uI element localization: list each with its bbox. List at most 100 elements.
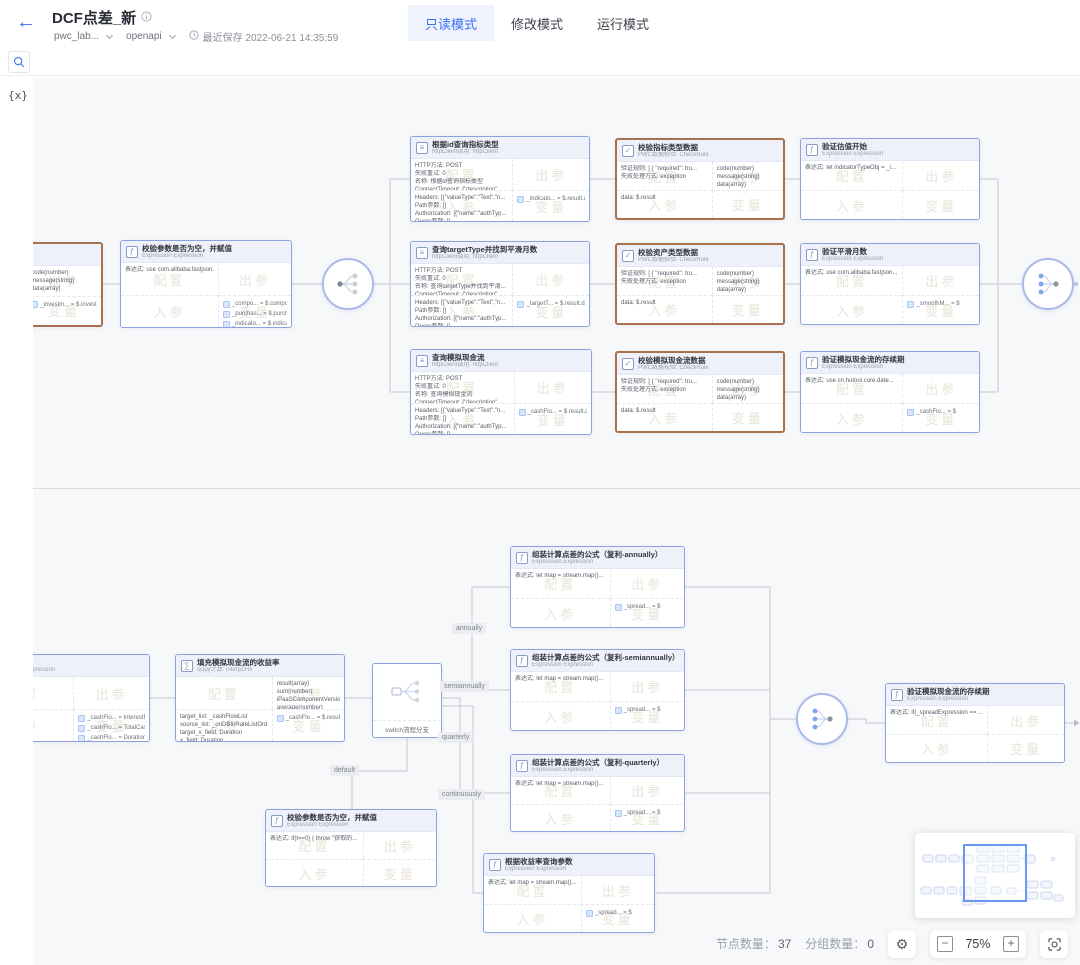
node-title: 查询模拟现金流: [432, 353, 498, 362]
node-subtitle: httpClient调用: httpClient: [432, 254, 537, 261]
flow-node-expr-formula-quarterly[interactable]: ƒ组装计算点差的公式（复利-quarterly）Expression Expre…: [510, 754, 685, 832]
node-header: ƒ根据收益率查询参数Expression Expression: [484, 854, 654, 876]
flow-node-expr-verify-params-empty-2[interactable]: ƒ校验参数是否为空，并赋值Expression Expression配置表达式:…: [265, 809, 437, 887]
flow-designer-app: ← DCF点差_新 pwc_lab... openapi 最近保存 2022-0…: [0, 0, 1080, 965]
zoom-in-button[interactable]: +: [1003, 936, 1019, 952]
tab-edit-mode[interactable]: 修改模式: [494, 5, 580, 41]
flow-node-switch-branch[interactable]: switch流程分支: [372, 663, 442, 738]
check-icon: ✓: [622, 358, 634, 370]
info-icon[interactable]: [141, 9, 152, 26]
watermark-var: 变量: [713, 296, 783, 323]
variable-icon: [615, 810, 622, 817]
status-bar: 节点数量：37 分组数量：0 ⚙ − 75% +: [716, 929, 1068, 959]
node-body: 配置出参result(array)sum(number)iPaaSCompone…: [176, 677, 344, 741]
variable-chip: _cashFlo... = InterestRate: [78, 713, 145, 723]
node-subtitle: Expression Expression: [907, 696, 990, 703]
edge-label-semiannually: semiannually: [440, 681, 489, 692]
expr-icon: ƒ: [516, 760, 528, 772]
node-body: 配置验证规则: [ { "required": tru...失败处理方式: ex…: [617, 267, 783, 323]
variable-icon: [586, 910, 593, 917]
back-arrow-icon[interactable]: ←: [16, 12, 36, 32]
watermark-in: 入参: [886, 735, 987, 762]
edge-label-continuously: continuously: [438, 789, 485, 800]
variable-icon: [223, 311, 230, 318]
flow-canvas[interactable]: ✓配置出参code(number)message(string)data(arr…: [0, 77, 1080, 965]
watermark-in: 入参: [801, 296, 902, 324]
watermark-in: 入参: [121, 296, 218, 327]
variable-chip: _indicato... = $.indicatorT...: [223, 319, 287, 327]
group-node-merge-2[interactable]: [796, 693, 848, 745]
node-header: ƒ验证模拟现金流的存续期Expression Expression: [886, 684, 1064, 706]
node-body: 配置表达式: use cn.hutool.core.date...出参入参变量_…: [801, 374, 979, 432]
mode-tabs: 只读模式 修改模式 运行模式: [408, 5, 666, 41]
flow-node-verify-params-empty-1[interactable]: ƒ校验参数是否为空，并赋值Expression Expression配置表达式:…: [120, 240, 292, 328]
variable-chip: _spread... = $: [615, 705, 680, 715]
flow-node-expr-formula-semiannually[interactable]: ƒ组装计算点差的公式（复利-semiannually）Expression Ex…: [510, 649, 685, 731]
watermark-in: 入参: [511, 805, 610, 831]
flow-node-check-sim-cashflow[interactable]: ✓校验模拟现金流数据PWC数据校验: CheckRule配置验证规则: [ { …: [615, 351, 785, 433]
variable-icon: [907, 301, 914, 308]
http-icon: ≡: [416, 247, 428, 259]
node-header: ƒ校验参数是否为空，并赋值Expression Expression: [266, 810, 436, 832]
watermark-out: 出参: [903, 374, 979, 403]
variable-icon: [517, 301, 524, 308]
edge-label-default: default: [330, 765, 359, 776]
expr-icon: ƒ: [891, 689, 903, 701]
group-node-merge-1[interactable]: [1022, 258, 1074, 310]
flow-node-check-indicator-type[interactable]: ✓校验指标类型数据PWC数据校验: CheckRule配置验证规则: [ { "…: [615, 138, 785, 220]
node-subtitle: Expression Expression: [505, 866, 573, 873]
variable-icon: [615, 604, 622, 611]
watermark-in: 入参: [266, 860, 363, 886]
flow-node-check-asset-type[interactable]: ✓校验资产类型数据PWC数据校验: CheckRule配置验证规则: [ { "…: [615, 243, 785, 325]
minimap[interactable]: [915, 833, 1075, 918]
watermark-out: 出参: [74, 677, 149, 709]
flow-node-scipy-fill-yield[interactable]: ∑填充模拟现金流的收益率scipy计算: interp1Fill配置出参resu…: [175, 654, 345, 742]
tab-run-mode[interactable]: 运行模式: [580, 5, 666, 41]
node-title: 组装计算点差的公式（复利-annually）: [532, 550, 662, 559]
node-title: 根据收益率查询参数: [505, 857, 573, 866]
settings-button[interactable]: ⚙: [888, 930, 916, 958]
tab-read-mode[interactable]: 只读模式: [408, 5, 494, 41]
fit-view-button[interactable]: [1040, 930, 1068, 958]
variable-icon: [223, 321, 230, 328]
switch-branch-icon: [390, 678, 424, 706]
flow-node-expr-formula-annually[interactable]: ƒ组装计算点差的公式（复利-annually）Expression Expres…: [510, 546, 685, 628]
variable-icon: [78, 725, 85, 732]
check-icon: ✓: [622, 145, 634, 157]
flow-node-expr-verify-valuation[interactable]: ƒ验证估值开始Expression Expression配置表达式: let i…: [800, 138, 980, 220]
flow-node-expr-verify-duration-1[interactable]: ƒ验证模拟现金流的存续期Expression Expression配置表达式: …: [800, 351, 980, 433]
watermark-out: 出参: [988, 706, 1064, 734]
node-subtitle: scipy计算: interp1Fill: [197, 667, 280, 674]
project-select[interactable]: pwc_lab...: [54, 31, 99, 42]
search-icon: [13, 56, 25, 68]
check-icon: ✓: [622, 250, 634, 262]
node-title: 根据id查询指标类型: [432, 140, 499, 149]
api-select[interactable]: openapi: [126, 31, 162, 42]
node-subtitle: PWC数据校验: CheckRule: [638, 257, 709, 264]
fit-view-icon: [1047, 937, 1062, 952]
flow-node-expr-verify-duration-2[interactable]: ƒ验证模拟现金流的存续期Expression Expression配置表达式: …: [885, 683, 1065, 763]
flow-node-expr-query-params-by-yield[interactable]: ƒ根据收益率查询参数Expression Expression配置表达式: le…: [483, 853, 655, 933]
minimap-viewport[interactable]: [963, 844, 1027, 902]
toolbar: [0, 48, 1080, 76]
flow-node-http-query-cashflow[interactable]: ≡查询模拟现金流httpClient调用: httpClient配置HTTP方法…: [410, 349, 592, 435]
node-subtitle: Expression Expression: [822, 151, 883, 158]
node-header: ≡查询targetType并找到平滑月数httpClient调用: httpCl…: [411, 242, 589, 264]
variable-chip: _cashFlo... = Duration: [78, 733, 145, 741]
edge-label-quarterly: quarterly: [438, 732, 473, 743]
variables-panel-icon[interactable]: {x}: [8, 89, 28, 102]
flow-node-http-query-indicator-type[interactable]: ≡根据id查询指标类型httpClient调用: httpClient配置HTT…: [410, 136, 590, 222]
switch-node-label: switch流程分支: [373, 720, 441, 737]
watermark-out: 出参: [219, 263, 291, 295]
watermark-config: 配置: [176, 677, 272, 709]
node-body: 配置表达式: if(t==0) { throw "获取的...出参入参变量: [266, 832, 436, 886]
node-header: ƒ校验参数是否为空，并赋值Expression Expression: [121, 241, 291, 263]
variable-icon: [907, 409, 914, 416]
search-button[interactable]: [8, 51, 30, 73]
node-body: 配置表达式: use com.alibaba.fastjson...出参入参变量…: [121, 263, 291, 327]
flow-node-http-query-targettype[interactable]: ≡查询targetType并找到平滑月数httpClient调用: httpCl…: [410, 241, 590, 327]
zoom-out-button[interactable]: −: [937, 936, 953, 952]
group-node-fork-1[interactable]: [322, 258, 374, 310]
flow-node-expr-verify-smooth-months[interactable]: ƒ验证平滑月数Expression Expression配置表达式: use c…: [800, 243, 980, 325]
left-gutter: {x}: [0, 77, 33, 965]
